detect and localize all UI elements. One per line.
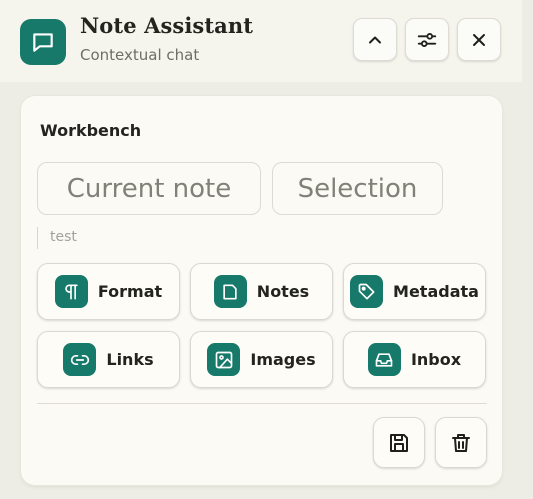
note-assistant-panel: Note Assistant Contextual chat Workbench… (0, 0, 533, 499)
tag-icon (350, 275, 384, 308)
settings-button[interactable] (405, 18, 449, 61)
format-label: Format (97, 282, 163, 301)
metadata-label: Metadata (393, 282, 479, 301)
chevron-up-icon (365, 30, 385, 50)
workbench-title: Workbench (40, 121, 142, 140)
inbox-icon (367, 343, 401, 376)
note-page-icon (213, 275, 247, 308)
delete-button[interactable] (435, 417, 487, 468)
chat-bubble-icon (20, 19, 66, 65)
inbox-label: Inbox (410, 350, 462, 369)
panel-subtitle: Contextual chat (80, 46, 200, 64)
image-icon (207, 343, 241, 376)
panel-header: Note Assistant Contextual chat (0, 0, 522, 82)
workbench-card: Workbench Current note Selection test Fo… (21, 96, 502, 485)
link-icon (63, 343, 97, 376)
close-icon (469, 30, 489, 50)
close-button[interactable] (457, 18, 501, 61)
pilcrow-icon (54, 275, 88, 308)
links-button[interactable]: Links (37, 331, 180, 388)
sliders-icon (416, 29, 438, 51)
collapse-button[interactable] (353, 18, 397, 61)
images-button[interactable]: Images (190, 331, 333, 388)
metadata-button[interactable]: Metadata (343, 263, 486, 320)
trash-icon (449, 431, 473, 455)
message-input[interactable]: test (50, 229, 77, 245)
context-chip-current-note[interactable]: Current note (37, 162, 261, 215)
context-chip-selection[interactable]: Selection (272, 162, 443, 215)
inbox-button[interactable]: Inbox (343, 331, 486, 388)
panel-title: Note Assistant (80, 13, 253, 38)
notes-button[interactable]: Notes (190, 263, 333, 320)
save-icon (387, 431, 411, 455)
input-caret (37, 227, 38, 249)
actions-divider (37, 403, 487, 404)
notes-label: Notes (256, 282, 310, 301)
images-label: Images (250, 350, 316, 369)
save-button[interactable] (373, 417, 425, 468)
links-label: Links (106, 350, 154, 369)
format-button[interactable]: Format (37, 263, 180, 320)
